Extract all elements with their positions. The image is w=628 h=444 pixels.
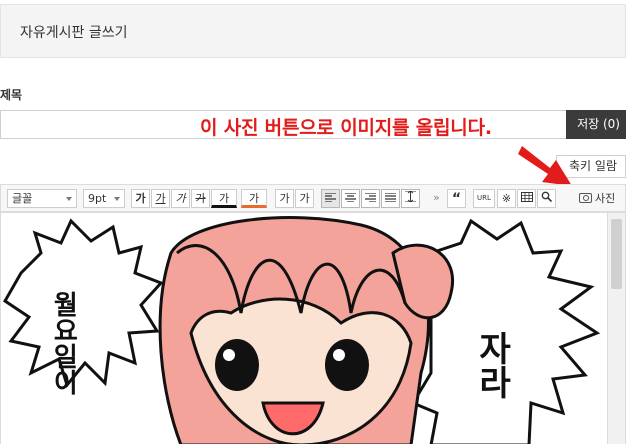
comic-right-text: 자라 [471,331,512,399]
photo-button-label: 사진 [595,192,616,205]
more-tools-chevron[interactable]: » [433,191,440,204]
page-title: 자유게시판 글쓰기 [20,25,128,41]
scroll-thumb[interactable] [611,219,622,289]
strikethrough-button[interactable]: 가 [191,189,210,208]
save-button[interactable]: 저장 (0) [566,110,626,139]
font-size-value: 9pt [88,192,107,205]
font-family-value: 글꼴 [12,192,33,205]
editor-scrollbar[interactable] [607,213,625,444]
highlight-color-button[interactable]: 가 [241,189,267,208]
align-center-icon[interactable] [341,189,360,208]
text-color-button[interactable]: 가 [211,189,237,208]
underline-button[interactable]: 가 [151,189,170,208]
special-char-button[interactable]: ※ [497,189,516,208]
superscript-button[interactable]: 가 [275,189,294,208]
italic-button[interactable]: 가 [171,189,190,208]
annotation-text: 이 사진 버튼으로 이미지를 올립니다. [200,117,492,139]
camera-icon [579,193,592,203]
subscript-button[interactable]: 가 [295,189,314,208]
quote-button[interactable]: “ [447,189,466,208]
align-right-icon[interactable] [361,189,380,208]
link-button[interactable]: URL [473,189,495,208]
align-left-icon[interactable] [321,189,340,208]
subject-label: 제목 [0,88,23,102]
chevron-down-icon [114,197,120,201]
line-height-icon[interactable] [401,189,420,208]
editor-content-area[interactable]: 월요일이 자라 [0,212,626,444]
font-family-select[interactable]: 글꼴 [7,189,77,208]
font-size-select[interactable]: 9pt [83,189,125,208]
bold-button[interactable]: 가 [131,189,150,208]
comic-illustration [3,216,601,444]
table-icon[interactable] [517,189,536,208]
comic-left-text: 월요일이 [48,291,79,395]
photo-button[interactable]: 사진 [579,189,615,208]
page-header: 자유게시판 글쓰기 [0,4,626,58]
editor-toolbar: 글꼴 9pt 가 가 가 가 가 가 가 가 » “ URL ※ 사진 [0,184,626,212]
search-icon[interactable] [537,189,556,208]
align-justify-icon[interactable] [381,189,400,208]
chevron-down-icon [66,197,72,201]
